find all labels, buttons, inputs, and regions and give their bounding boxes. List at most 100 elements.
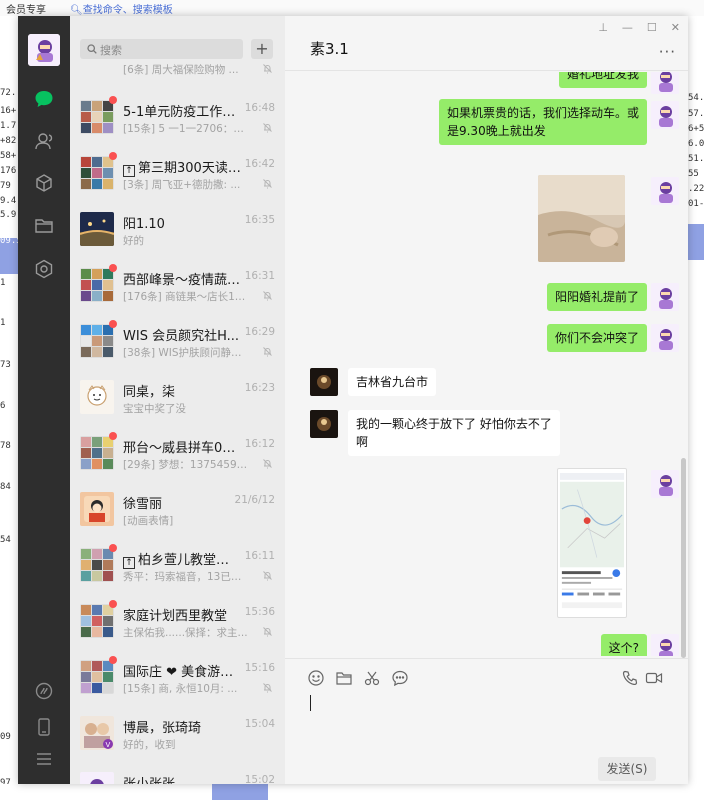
conversation-item[interactable]: 5-1单元防疫工作业... 16:48 [15条] 5 一1一2706：不... — [70, 89, 285, 145]
unread-dot — [109, 320, 117, 328]
conversation-preview: [动画表情] — [123, 515, 174, 527]
message-text: 阳阳婚礼提前了 — [554, 290, 639, 304]
conversation-time: 16:42 — [244, 158, 275, 170]
cell: 1.7 — [0, 121, 17, 131]
message-bubble[interactable]: 婚礼地址发我 — [558, 72, 647, 88]
conversation-item[interactable]: 同桌，柒 16:23 宝宝中奖了没 — [70, 369, 285, 425]
favorites-nav-icon[interactable] — [31, 170, 57, 196]
send-file-icon[interactable] — [335, 669, 353, 687]
contact-message-avatar[interactable] — [310, 368, 338, 396]
pin-window-icon[interactable]: ⊥ — [598, 21, 608, 34]
message-composer: 发送(S) — [285, 658, 688, 784]
photo-message[interactable] — [538, 175, 625, 262]
contacts-nav-icon[interactable] — [31, 128, 57, 154]
message-bubble[interactable]: 这个? — [600, 634, 647, 656]
cell: 84 — [0, 482, 11, 492]
my-message-avatar[interactable] — [651, 634, 679, 656]
screenshot-icon[interactable] — [363, 669, 381, 687]
video-call-icon[interactable] — [645, 669, 663, 687]
conversation-item[interactable]: 国际庄 ❤ 美食游玩... 15:16 [15条] 商, 永恒10月: ... — [70, 649, 285, 705]
conversation-preview: [176条] 商链果～店长19... — [123, 291, 251, 303]
files-nav-icon[interactable] — [31, 212, 57, 238]
selected-band — [688, 224, 704, 260]
conversation-item[interactable]: [6条] 周大福保险购物 ... — [70, 60, 285, 80]
minimize-button[interactable]: — — [622, 21, 633, 34]
group-avatar: V — [80, 716, 114, 750]
more-options-icon[interactable]: ··· — [659, 43, 676, 61]
member-label[interactable]: 会员专享 — [6, 1, 46, 16]
contact-message-avatar[interactable] — [310, 410, 338, 438]
cell: 6.0 — [688, 139, 704, 149]
conversation-name: 徐雪丽 — [123, 497, 163, 512]
conversation-time: 21/6/12 — [234, 494, 275, 506]
my-message-avatar[interactable] — [651, 324, 679, 352]
message-text-line: 是9.30晚上就出发 — [446, 124, 546, 138]
group-avatar — [80, 548, 114, 582]
mute-icon — [263, 179, 272, 189]
cell: 16+ — [0, 106, 17, 116]
message-bubble[interactable]: 你们不会冲突了 — [546, 324, 647, 352]
menu-nav-icon[interactable] — [31, 746, 57, 772]
mini-programs-nav-icon[interactable] — [31, 256, 57, 282]
command-search[interactable]: 🔍︎查找命令、搜索模板 — [70, 1, 173, 16]
conversation-item[interactable]: V 博晨，张琦琦 15:04 好的，收到 — [70, 705, 285, 761]
voice-call-icon[interactable] — [621, 669, 639, 687]
conversation-item[interactable]: 邢台～威县拼车0319... 16:12 [29条] 梦想：13754592..… — [70, 425, 285, 481]
conversation-item[interactable]: WIS 会员颜究社H... 16:29 [38条] WIS护肤顾问静琪... — [70, 313, 285, 369]
window-controls: ⊥ — ☐ ✕ — [598, 21, 680, 34]
selected-block — [212, 784, 268, 800]
group-avatar — [80, 436, 114, 470]
text-input-caret[interactable] — [310, 695, 311, 711]
conversation-item[interactable]: ↑ 第三期300天读 ... 16:42 [3条] 周飞亚+德肋撒: ... — [70, 145, 285, 201]
conversation-item[interactable]: 家庭计划西里教堂 15:36 主保佑我......保择：求主... — [70, 593, 285, 649]
message-scrollbar[interactable] — [681, 458, 686, 658]
my-message-avatar[interactable] — [651, 177, 679, 205]
conversation-preview: [15条] 商, 永恒10月: ... — [123, 683, 238, 695]
message-bubble[interactable]: 如果机票贵的话，我们选择动车。或 是9.30晚上就出发 — [438, 99, 647, 145]
message-bubble[interactable]: 我的一颗心终于放下了 好怕你去不了 啊 — [348, 410, 560, 456]
maximize-button[interactable]: ☐ — [647, 21, 657, 34]
conversation-preview: [38条] WIS护肤顾问静琪... — [123, 347, 251, 359]
my-message-avatar[interactable] — [651, 72, 679, 94]
my-avatar[interactable] — [28, 34, 60, 66]
conversation-time: 16:31 — [244, 270, 275, 282]
conversation-item[interactable]: 徐雪丽 21/6/12 [动画表情] — [70, 481, 285, 537]
my-message-avatar[interactable] — [651, 283, 679, 311]
unread-dot — [109, 656, 117, 664]
message-bubble[interactable]: 吉林省九台市 — [348, 368, 437, 396]
conversation-time: 16:12 — [244, 438, 275, 450]
search-input[interactable]: 搜索 — [80, 39, 243, 59]
conversation-preview: [6条] 周大福保险购物 ... — [123, 64, 239, 76]
chat-nav-icon[interactable] — [31, 86, 57, 112]
my-message-avatar[interactable] — [651, 470, 679, 498]
map-screenshot-message[interactable] — [557, 468, 627, 618]
start-group-chat-button[interactable]: + — [251, 39, 273, 59]
conversation-preview: 主保佑我......保择：求主... — [123, 627, 248, 639]
unread-dot — [109, 96, 117, 104]
conversation-name: 邢台～威县拼车0319... — [123, 441, 241, 456]
background-spreadsheet-left: 72. 16+ 1.7 +82 58+ 176 79 9.4 5.9 09.5 … — [0, 16, 18, 800]
conversation-name: 西部峰景～疫情蔬菜... — [123, 273, 241, 288]
conversation-item[interactable]: 张小张张 15:02 — [70, 761, 285, 784]
send-button[interactable]: 发送(S) — [598, 757, 656, 781]
emoji-icon[interactable] — [307, 669, 325, 687]
conversation-list: 搜索 + [6条] 周大福保险购物 ... 5-1单元防疫工作业... 16:4… — [70, 16, 285, 784]
conversation-item[interactable]: ↑ 柏乡萱儿教堂片 ... 16:11 秀平：玛索福音，13已读... — [70, 537, 285, 593]
cell: 79 — [0, 181, 11, 191]
conversation-item[interactable]: 西部峰景～疫情蔬菜... 16:31 [176条] 商链果～店长19... — [70, 257, 285, 313]
close-button[interactable]: ✕ — [671, 21, 680, 34]
phone-nav-icon[interactable] — [31, 714, 57, 740]
cell: 55 — [688, 169, 699, 179]
chat-history-icon[interactable] — [391, 669, 409, 687]
mute-icon — [263, 459, 272, 469]
conversation-name: 家庭计划西里教堂 — [123, 609, 228, 624]
conversation-item[interactable]: 阳1.10 16:35 好的 — [70, 201, 285, 257]
conversation-name: ↑ 第三期300天读 ... — [123, 157, 241, 177]
moments-nav-icon[interactable] — [31, 678, 57, 704]
message-text-line: 啊 — [356, 435, 369, 449]
contact-avatar — [80, 212, 114, 246]
my-message-avatar[interactable] — [651, 101, 679, 129]
cell: 9.4 — [0, 196, 17, 206]
conversation-name: 5-1单元防疫工作业... — [123, 105, 241, 120]
message-bubble[interactable]: 阳阳婚礼提前了 — [546, 283, 647, 311]
